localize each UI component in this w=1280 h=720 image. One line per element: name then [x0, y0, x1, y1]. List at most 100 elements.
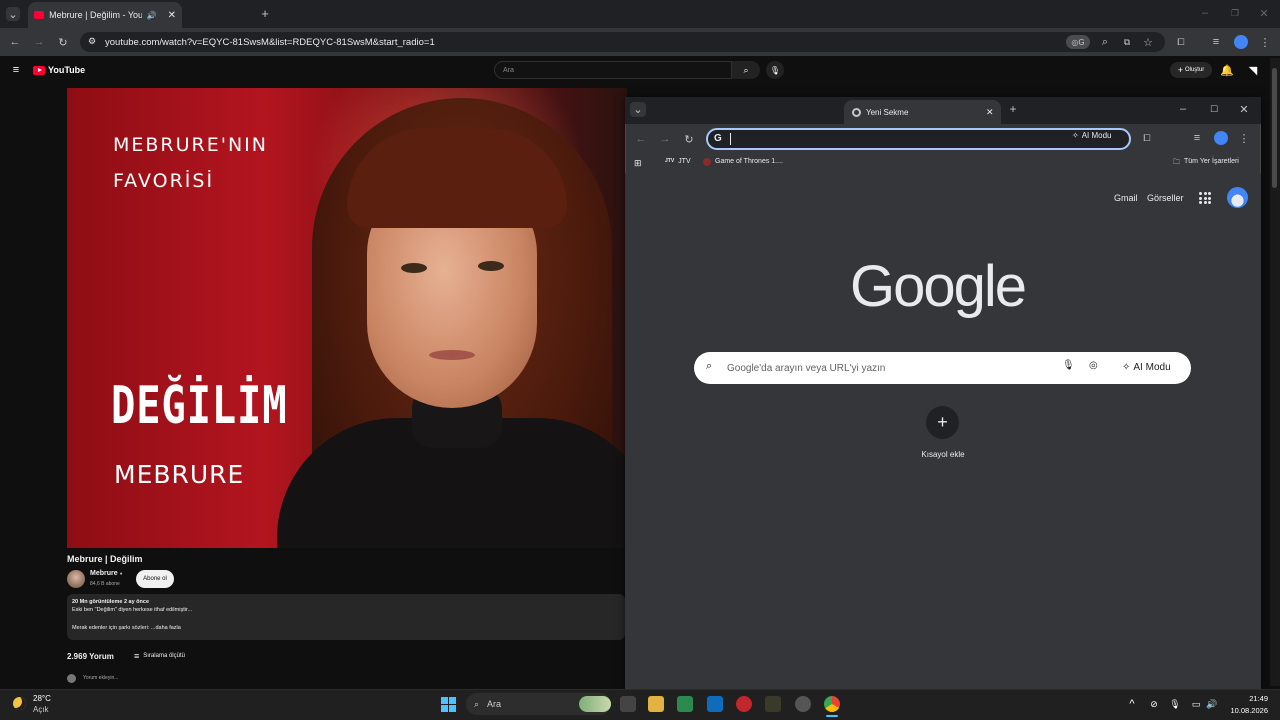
- app-round-icon[interactable]: [795, 696, 811, 712]
- network-icon[interactable]: ⊘: [1148, 697, 1160, 711]
- front-minimize-icon[interactable]: –: [1177, 103, 1189, 115]
- front-reload-icon[interactable]: ↻: [682, 132, 696, 146]
- youtube-search-button[interactable]: ⌕: [732, 61, 760, 79]
- ntp-voice-search-icon[interactable]: 🎙: [1062, 360, 1075, 371]
- voice-search-icon[interactable]: 🎙: [766, 61, 784, 79]
- minimize-icon[interactable]: –: [1198, 6, 1212, 20]
- media-control-icon[interactable]: ≡: [1209, 35, 1223, 49]
- zoom-icon[interactable]: ⌕: [1098, 35, 1112, 49]
- video-description[interactable]: 20 Mn görüntüleme 2 ay önce Eski ben "De…: [67, 594, 625, 640]
- front-address-bar[interactable]: G: [706, 128, 1131, 150]
- front-tab-new-tab[interactable]: Yeni Sekme ✕: [844, 100, 1001, 124]
- ntp-ai-mode-button[interactable]: ✧ AI Modu: [1122, 362, 1171, 373]
- front-close-icon[interactable]: ✕: [1238, 103, 1250, 116]
- show-hidden-icons-icon[interactable]: ^: [1126, 697, 1138, 711]
- front-forward-icon[interactable]: →: [658, 132, 672, 146]
- google-account-avatar[interactable]: [1227, 187, 1248, 208]
- extensions-icon[interactable]: ⧠: [1174, 35, 1188, 49]
- ntp-ai-sparkle-icon: ✧: [1122, 362, 1131, 373]
- taskbar-search[interactable]: ⌕ Ara: [466, 693, 611, 715]
- front-maximize-icon[interactable]: ☐: [1208, 103, 1220, 115]
- add-comment-input[interactable]: Yorum ekleyin...: [83, 675, 118, 681]
- sort-label: Sıralama ölçütü: [143, 653, 185, 659]
- front-back-icon[interactable]: ←: [634, 132, 648, 146]
- create-label: Oluştur: [1184, 67, 1205, 73]
- front-tab-search-icon[interactable]: ⌄: [630, 102, 646, 117]
- weather-moon-icon[interactable]: [13, 697, 26, 710]
- bookmark-star-icon[interactable]: ☆: [1141, 35, 1155, 49]
- taskbar-search-label: Ara: [487, 699, 502, 709]
- reload-icon[interactable]: ↻: [56, 35, 70, 49]
- store-icon[interactable]: [677, 696, 693, 712]
- front-new-tab-icon[interactable]: +: [1007, 102, 1019, 116]
- scrollbar-thumb[interactable]: [1272, 68, 1277, 188]
- window-close-icon[interactable]: ✕: [1257, 6, 1271, 20]
- description-line2: Merak edenler için şarkı sözleri: ...dah…: [72, 625, 181, 631]
- ntp-lens-icon[interactable]: ◎: [1089, 360, 1098, 371]
- app-red-icon[interactable]: [736, 696, 752, 712]
- images-link[interactable]: Görseller: [1147, 193, 1184, 203]
- address-bar[interactable]: ⚙ youtube.com/watch?v=EQYC-81SwsM&list=R…: [80, 32, 1165, 52]
- restore-icon[interactable]: ❐: [1228, 6, 1242, 20]
- microphone-icon[interactable]: 🎙: [1169, 697, 1181, 711]
- bookmark-game-of-thrones[interactable]: Game of Thrones 1....: [703, 158, 783, 166]
- front-profile-avatar[interactable]: [1214, 131, 1228, 145]
- weather-temperature[interactable]: 28°C: [33, 694, 51, 703]
- channel-avatar[interactable]: [67, 570, 85, 588]
- channel-name-text: Mebrure: [90, 570, 118, 577]
- menu-icon[interactable]: ⋮: [1258, 35, 1272, 49]
- ntp-search-placeholder: Google'da arayın veya URL'yi yazın: [727, 363, 886, 374]
- subscriber-count: 84,6 B abone: [90, 581, 120, 587]
- front-menu-icon[interactable]: ⋮: [1238, 131, 1250, 145]
- clock-time[interactable]: 21:49: [1228, 694, 1268, 703]
- windows-start-icon[interactable]: [441, 697, 456, 712]
- hamburger-menu-icon[interactable]: ≡: [10, 64, 22, 76]
- new-tab-icon[interactable]: +: [258, 6, 272, 21]
- got-favicon-icon: [703, 158, 711, 166]
- channel-name[interactable]: Mebrure ●: [90, 570, 123, 577]
- apps-grid-icon[interactable]: ⊞: [634, 158, 642, 169]
- front-media-icon[interactable]: ≡: [1190, 131, 1204, 145]
- speaker-icon[interactable]: 🔊: [147, 11, 157, 20]
- ntp-search-icon: ⌕: [706, 360, 713, 372]
- app-feather-icon[interactable]: [765, 696, 781, 712]
- bookmarks-bar: ⊞ JTV JTV Game of Thrones 1.... 🗀 Tüm Ye…: [625, 153, 1261, 173]
- create-button[interactable]: + Oluştur: [1170, 62, 1212, 78]
- task-view-icon[interactable]: [620, 696, 636, 712]
- display-icon[interactable]: ▭: [1190, 697, 1202, 711]
- sort-comments-button[interactable]: ≡ Sıralama ölçütü: [134, 651, 185, 661]
- forward-icon[interactable]: →: [32, 35, 46, 49]
- site-info-icon[interactable]: ⚙: [88, 36, 96, 47]
- notifications-bell-icon[interactable]: 🔔: [1220, 63, 1234, 77]
- all-bookmarks-button[interactable]: 🗀 Tüm Yer İşaretleri: [1173, 158, 1239, 169]
- subscribe-button[interactable]: Abone ol: [136, 570, 174, 588]
- omnibox-ai-mode-button[interactable]: ✧ AI Modu: [1072, 131, 1112, 140]
- install-icon[interactable]: ⧉: [1120, 35, 1134, 49]
- front-tab-close-icon[interactable]: ✕: [986, 107, 994, 118]
- weather-condition[interactable]: Açık: [33, 705, 49, 714]
- clock-date[interactable]: 10.08.2026: [1218, 706, 1268, 715]
- google-apps-icon[interactable]: [1199, 192, 1211, 204]
- file-explorer-icon[interactable]: [648, 696, 664, 712]
- description-meta: 20 Mn görüntüleme 2 ay önce: [72, 599, 150, 605]
- youtube-logo[interactable]: YouTube: [33, 65, 85, 75]
- page-scrollbar[interactable]: [1270, 58, 1280, 686]
- volume-icon[interactable]: 🔊: [1206, 697, 1218, 711]
- youtube-search-input[interactable]: Ara: [494, 61, 732, 79]
- bookmark-jtv[interactable]: JTV JTV: [665, 158, 691, 165]
- omnibox-ai-mode-label: AI Modu: [1081, 131, 1112, 140]
- back-tab-close-icon[interactable]: ✕: [168, 10, 176, 21]
- google-lens-icon[interactable]: ◎G: [1066, 35, 1090, 49]
- address-bar-url: youtube.com/watch?v=EQYC-81SwsM&list=RDE…: [105, 36, 435, 48]
- outlook-icon[interactable]: [707, 696, 723, 712]
- back-tab-youtube[interactable]: Mebrure | Değilim - YouTube 🔊 ✕: [28, 2, 182, 28]
- profile-avatar[interactable]: [1234, 35, 1248, 49]
- video-player[interactable]: MEBRURE'NIN FAVORİSİ DEĞİLİM MEBRURE: [67, 88, 627, 548]
- account-icon[interactable]: ◥: [1246, 63, 1260, 77]
- tab-search-dropdown-icon[interactable]: ⌄: [6, 7, 20, 21]
- gmail-link[interactable]: Gmail: [1114, 193, 1138, 203]
- add-shortcut-button[interactable]: +: [926, 406, 959, 439]
- chrome-taskbar-icon[interactable]: [824, 696, 840, 712]
- front-extensions-icon[interactable]: ⧠: [1140, 131, 1154, 145]
- back-icon[interactable]: ←: [8, 35, 22, 49]
